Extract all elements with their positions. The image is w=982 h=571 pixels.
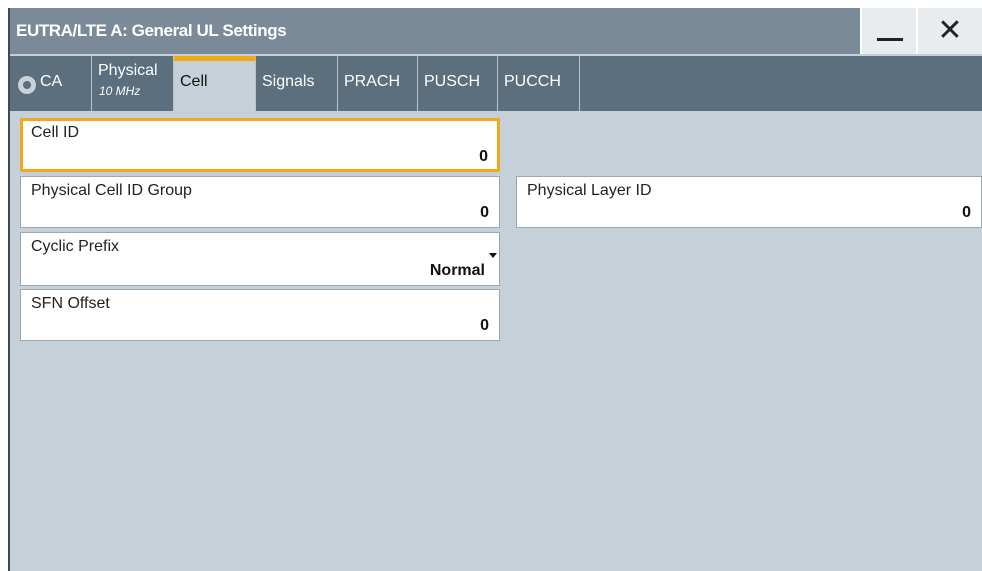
tab-physical[interactable]: Physical 10 MHz [92,56,174,111]
title-bar[interactable]: EUTRA/LTE A: General UL Settings ✕ [10,8,982,54]
tab-sublabel: 10 MHz [99,84,141,98]
radio-icon[interactable] [18,76,36,94]
tab-ca[interactable]: CA [10,56,92,111]
field-value: 0 [479,148,488,165]
cell-id-field[interactable]: Cell ID 0 [20,118,500,172]
close-button[interactable]: ✕ [916,8,982,54]
dialog-window: EUTRA/LTE A: General UL Settings ✕ CA Ph… [8,8,982,571]
field-label: SFN Offset [31,295,110,312]
sfn-offset-field[interactable]: SFN Offset 0 [20,289,500,341]
tab-pucch[interactable]: PUCCH [498,56,580,111]
minimize-button[interactable] [860,8,916,54]
tab-pusch[interactable]: PUSCH [418,56,498,111]
physical-cell-id-group-field[interactable]: Physical Cell ID Group 0 [20,176,500,228]
tab-label: PUCCH [504,73,561,90]
minimize-icon [877,38,903,41]
tab-label: Signals [262,73,315,90]
tab-label: Cell [180,73,208,90]
tab-label: PUSCH [424,73,481,90]
tab-signals[interactable]: Signals [256,56,338,111]
field-value: 0 [480,317,489,334]
dropdown-arrow-icon [489,253,497,258]
field-value: 0 [480,204,489,221]
tab-label: Physical [98,62,158,79]
tab-prach[interactable]: PRACH [338,56,418,111]
tab-label: PRACH [344,73,401,90]
close-icon: ✕ [937,14,963,47]
window-title: EUTRA/LTE A: General UL Settings [16,21,287,40]
field-label: Physical Layer ID [527,182,652,199]
field-label: Cyclic Prefix [31,238,120,255]
field-label: Physical Cell ID Group [31,182,192,199]
cyclic-prefix-dropdown[interactable]: Cyclic Prefix Normal [20,232,500,286]
tab-cell[interactable]: Cell [174,56,256,111]
field-value: 0 [962,204,971,221]
field-value: Normal [429,262,485,279]
tab-bar: CA Physical 10 MHz Cell Signals PRACH PU… [10,56,982,111]
physical-layer-id-field[interactable]: Physical Layer ID 0 [516,176,982,228]
field-label: Cell ID [31,124,80,141]
tab-label: CA [40,73,63,90]
